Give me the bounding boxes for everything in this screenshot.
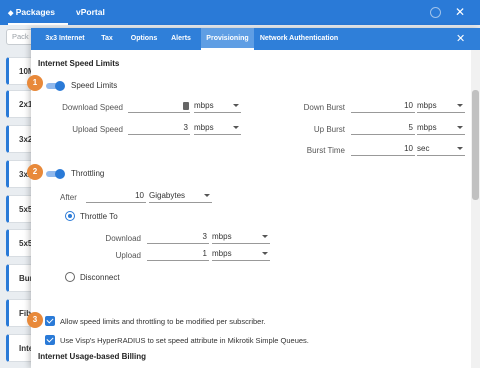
throttle-upload-label: Upload xyxy=(115,251,141,260)
throttle-download-unit-select[interactable]: mbps xyxy=(212,231,270,244)
tab-packages[interactable]: ◆ Packages xyxy=(8,0,68,25)
tab-options[interactable]: Options xyxy=(127,28,161,50)
throttle-upload-unit: mbps xyxy=(212,249,232,258)
up-burst-unit: mbps xyxy=(417,123,437,132)
gear-icon[interactable] xyxy=(430,7,441,18)
chevron-down-icon xyxy=(457,147,463,150)
upload-speed-unit: mbps xyxy=(194,123,214,132)
throttle-download-input[interactable]: 3 xyxy=(147,231,209,244)
tab-alerts[interactable]: Alerts xyxy=(167,28,195,50)
disconnect-radio[interactable] xyxy=(65,272,75,282)
chevron-down-icon xyxy=(262,235,268,238)
down-burst-unit-select[interactable]: mbps xyxy=(417,100,465,113)
modal-close-icon[interactable]: ✕ xyxy=(456,32,465,45)
upload-speed-label: Upload Speed xyxy=(72,125,123,134)
spinner-icon[interactable] xyxy=(183,102,189,110)
step-badge: 2 xyxy=(27,164,43,180)
modal-scrollbar[interactable] xyxy=(471,50,480,368)
hyperradius-checkbox[interactable] xyxy=(45,335,55,345)
up-burst-input[interactable]: 5 xyxy=(351,122,415,135)
toggle-knob xyxy=(55,81,65,91)
after-label: After xyxy=(60,193,77,202)
tab-packages-label: Packages xyxy=(15,7,55,17)
throttle-download-unit: mbps xyxy=(212,232,232,241)
toggle-knob xyxy=(55,169,65,179)
burst-time-unit-select[interactable]: sec xyxy=(417,143,465,156)
hyperradius-label: Use Visp's HyperRADIUS to set speed attr… xyxy=(60,336,309,345)
burst-time-unit: sec xyxy=(417,144,430,153)
upload-speed-input[interactable]: 3 xyxy=(128,122,190,135)
down-burst-input[interactable]: 10 xyxy=(351,100,415,113)
after-unit-select[interactable]: Gigabytes xyxy=(149,190,212,203)
chevron-down-icon xyxy=(233,104,239,107)
burst-time-label: Burst Time xyxy=(306,146,345,155)
tab-network-authentication[interactable]: Network Authentication xyxy=(257,28,341,50)
download-speed-input[interactable] xyxy=(128,100,190,113)
up-burst-label: Up Burst xyxy=(313,125,345,134)
close-icon[interactable]: ✕ xyxy=(455,5,465,19)
step-badge: 3 xyxy=(27,312,43,328)
throttle-download-label: Download xyxy=(105,234,141,243)
upload-speed-unit-select[interactable]: mbps xyxy=(194,122,241,135)
burst-time-input[interactable]: 10 xyxy=(351,143,415,156)
download-speed-unit-select[interactable]: mbps xyxy=(194,100,241,113)
tab-provisioning[interactable]: Provisioning xyxy=(201,28,254,50)
section-billing-title: Internet Usage-based Billing xyxy=(38,352,147,361)
throttle-upload-unit-select[interactable]: mbps xyxy=(212,248,270,261)
throttle-to-label: Throttle To xyxy=(80,212,118,221)
down-burst-label: Down Burst xyxy=(303,103,345,112)
chevron-down-icon xyxy=(457,126,463,129)
chevron-down-icon xyxy=(262,252,268,255)
download-speed-unit: mbps xyxy=(194,101,214,110)
chevron-down-icon xyxy=(233,126,239,129)
download-speed-label: Download Speed xyxy=(62,103,123,112)
throttling-label: Throttling xyxy=(71,169,105,178)
packages-icon: ◆ xyxy=(8,10,14,17)
speed-limits-toggle[interactable] xyxy=(46,81,66,91)
chevron-down-icon xyxy=(204,194,210,197)
chevron-down-icon xyxy=(457,104,463,107)
allow-modify-checkbox[interactable] xyxy=(45,316,55,326)
tab-3x3-internet[interactable]: 3x3 Internet xyxy=(37,28,93,50)
after-input[interactable]: 10 xyxy=(86,190,146,203)
modal-tab-bar: 3x3 Internet Tax Options Alerts Provisio… xyxy=(31,28,480,50)
after-unit: Gigabytes xyxy=(149,191,186,200)
section-speed-title: Internet Speed Limits xyxy=(38,59,120,68)
app-bar: ◆ Packages vPortal ✕ xyxy=(0,0,480,25)
allow-modify-label: Allow speed limits and throttling to be … xyxy=(60,317,266,326)
throttle-upload-input[interactable]: 1 xyxy=(147,248,209,261)
step-badge: 1 xyxy=(27,75,43,91)
disconnect-label: Disconnect xyxy=(80,273,120,282)
scrollbar-thumb[interactable] xyxy=(472,90,479,200)
up-burst-unit-select[interactable]: mbps xyxy=(417,122,465,135)
speed-limits-label: Speed Limits xyxy=(71,81,118,90)
down-burst-unit: mbps xyxy=(417,101,437,110)
tab-vportal[interactable]: vPortal xyxy=(76,0,116,25)
package-modal: 3x3 Internet Tax Options Alerts Provisio… xyxy=(31,28,480,368)
throttling-toggle[interactable] xyxy=(46,169,66,179)
tab-tax[interactable]: Tax xyxy=(95,28,119,50)
throttle-to-radio[interactable] xyxy=(65,211,75,221)
